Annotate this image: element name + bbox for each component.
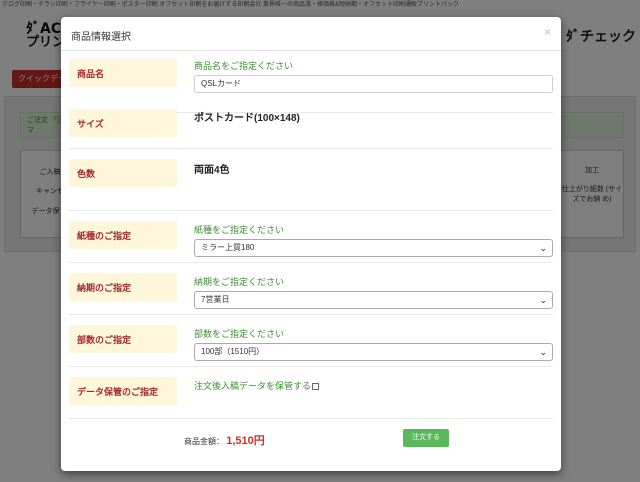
row-colors: 色数 両面4色 bbox=[69, 149, 553, 211]
quantity-select-value: 100部（1510円） bbox=[201, 347, 265, 356]
field-quantity: 部数をご指定ください 100部（1510円） ⌄ bbox=[194, 327, 553, 361]
product-name-input[interactable]: QSLカード bbox=[194, 75, 553, 93]
row-quantity: 部数のご指定 部数をご指定ください 100部（1510円） ⌄ bbox=[69, 315, 553, 367]
hint-delivery: 納期をご指定ください bbox=[194, 277, 285, 287]
price-value: 1,510円 bbox=[226, 435, 265, 447]
delivery-select-value: 7営業日 bbox=[201, 295, 230, 304]
label-delivery: 納期のご指定 bbox=[69, 273, 177, 301]
paper-select-value: ミラー上質180 bbox=[201, 243, 255, 252]
hint-paper: 紙種をご指定ください bbox=[194, 225, 285, 235]
field-size: ポストカード(100×148) bbox=[194, 109, 553, 124]
field-colors: 両面4色 bbox=[194, 161, 553, 176]
chevron-down-icon: ⌄ bbox=[539, 347, 547, 357]
product-select-modal: 商品情報選択 × 商品名 商品名をご指定ください QSLカード サイズ ポストカ… bbox=[61, 17, 561, 471]
field-storage: 注文後入稿データを保管する bbox=[194, 379, 553, 392]
field-delivery: 納期をご指定ください 7営業日 ⌄ bbox=[194, 275, 553, 309]
row-storage: データ保管のご指定 注文後入稿データを保管する bbox=[69, 367, 553, 419]
paper-select[interactable]: ミラー上質180 ⌄ bbox=[194, 239, 553, 257]
price-summary: 商品金額： 1,510円 bbox=[184, 432, 265, 448]
label-colors: 色数 bbox=[69, 159, 177, 187]
delivery-select[interactable]: 7営業日 ⌄ bbox=[194, 291, 553, 309]
field-product: 商品名をご指定ください QSLカード bbox=[194, 59, 553, 93]
quantity-select[interactable]: 100部（1510円） ⌄ bbox=[194, 343, 553, 361]
order-button[interactable]: 注文する bbox=[403, 429, 449, 447]
storage-checkbox[interactable] bbox=[312, 383, 320, 391]
size-value: ポストカード(100×148) bbox=[194, 113, 300, 124]
hint-quantity: 部数をご指定ください bbox=[194, 329, 285, 339]
label-quantity: 部数のご指定 bbox=[69, 325, 177, 353]
colors-value: 両面4色 bbox=[194, 165, 230, 176]
label-product: 商品名 bbox=[69, 59, 177, 87]
label-size: サイズ bbox=[69, 109, 177, 137]
row-paper: 紙種のご指定 紙種をご指定ください ミラー上質180 ⌄ bbox=[69, 211, 553, 263]
label-paper: 紙種のご指定 bbox=[69, 221, 177, 249]
modal-header: 商品情報選択 × bbox=[61, 17, 561, 51]
hint-product: 商品名をご指定ください bbox=[194, 61, 294, 71]
row-size: サイズ ポストカード(100×148) bbox=[69, 99, 553, 149]
price-label: 商品金額： bbox=[184, 437, 224, 446]
field-paper: 紙種をご指定ください ミラー上質180 ⌄ bbox=[194, 223, 553, 257]
row-delivery: 納期のご指定 納期をご指定ください 7営業日 ⌄ bbox=[69, 263, 553, 315]
modal-title: 商品情報選択 bbox=[71, 32, 131, 43]
storage-checkbox-label[interactable]: 注文後入稿データを保管する bbox=[194, 381, 311, 391]
chevron-down-icon: ⌄ bbox=[539, 295, 547, 305]
label-storage: データ保管のご指定 bbox=[69, 377, 177, 405]
close-icon[interactable]: × bbox=[544, 25, 551, 39]
chevron-down-icon: ⌄ bbox=[539, 243, 547, 253]
